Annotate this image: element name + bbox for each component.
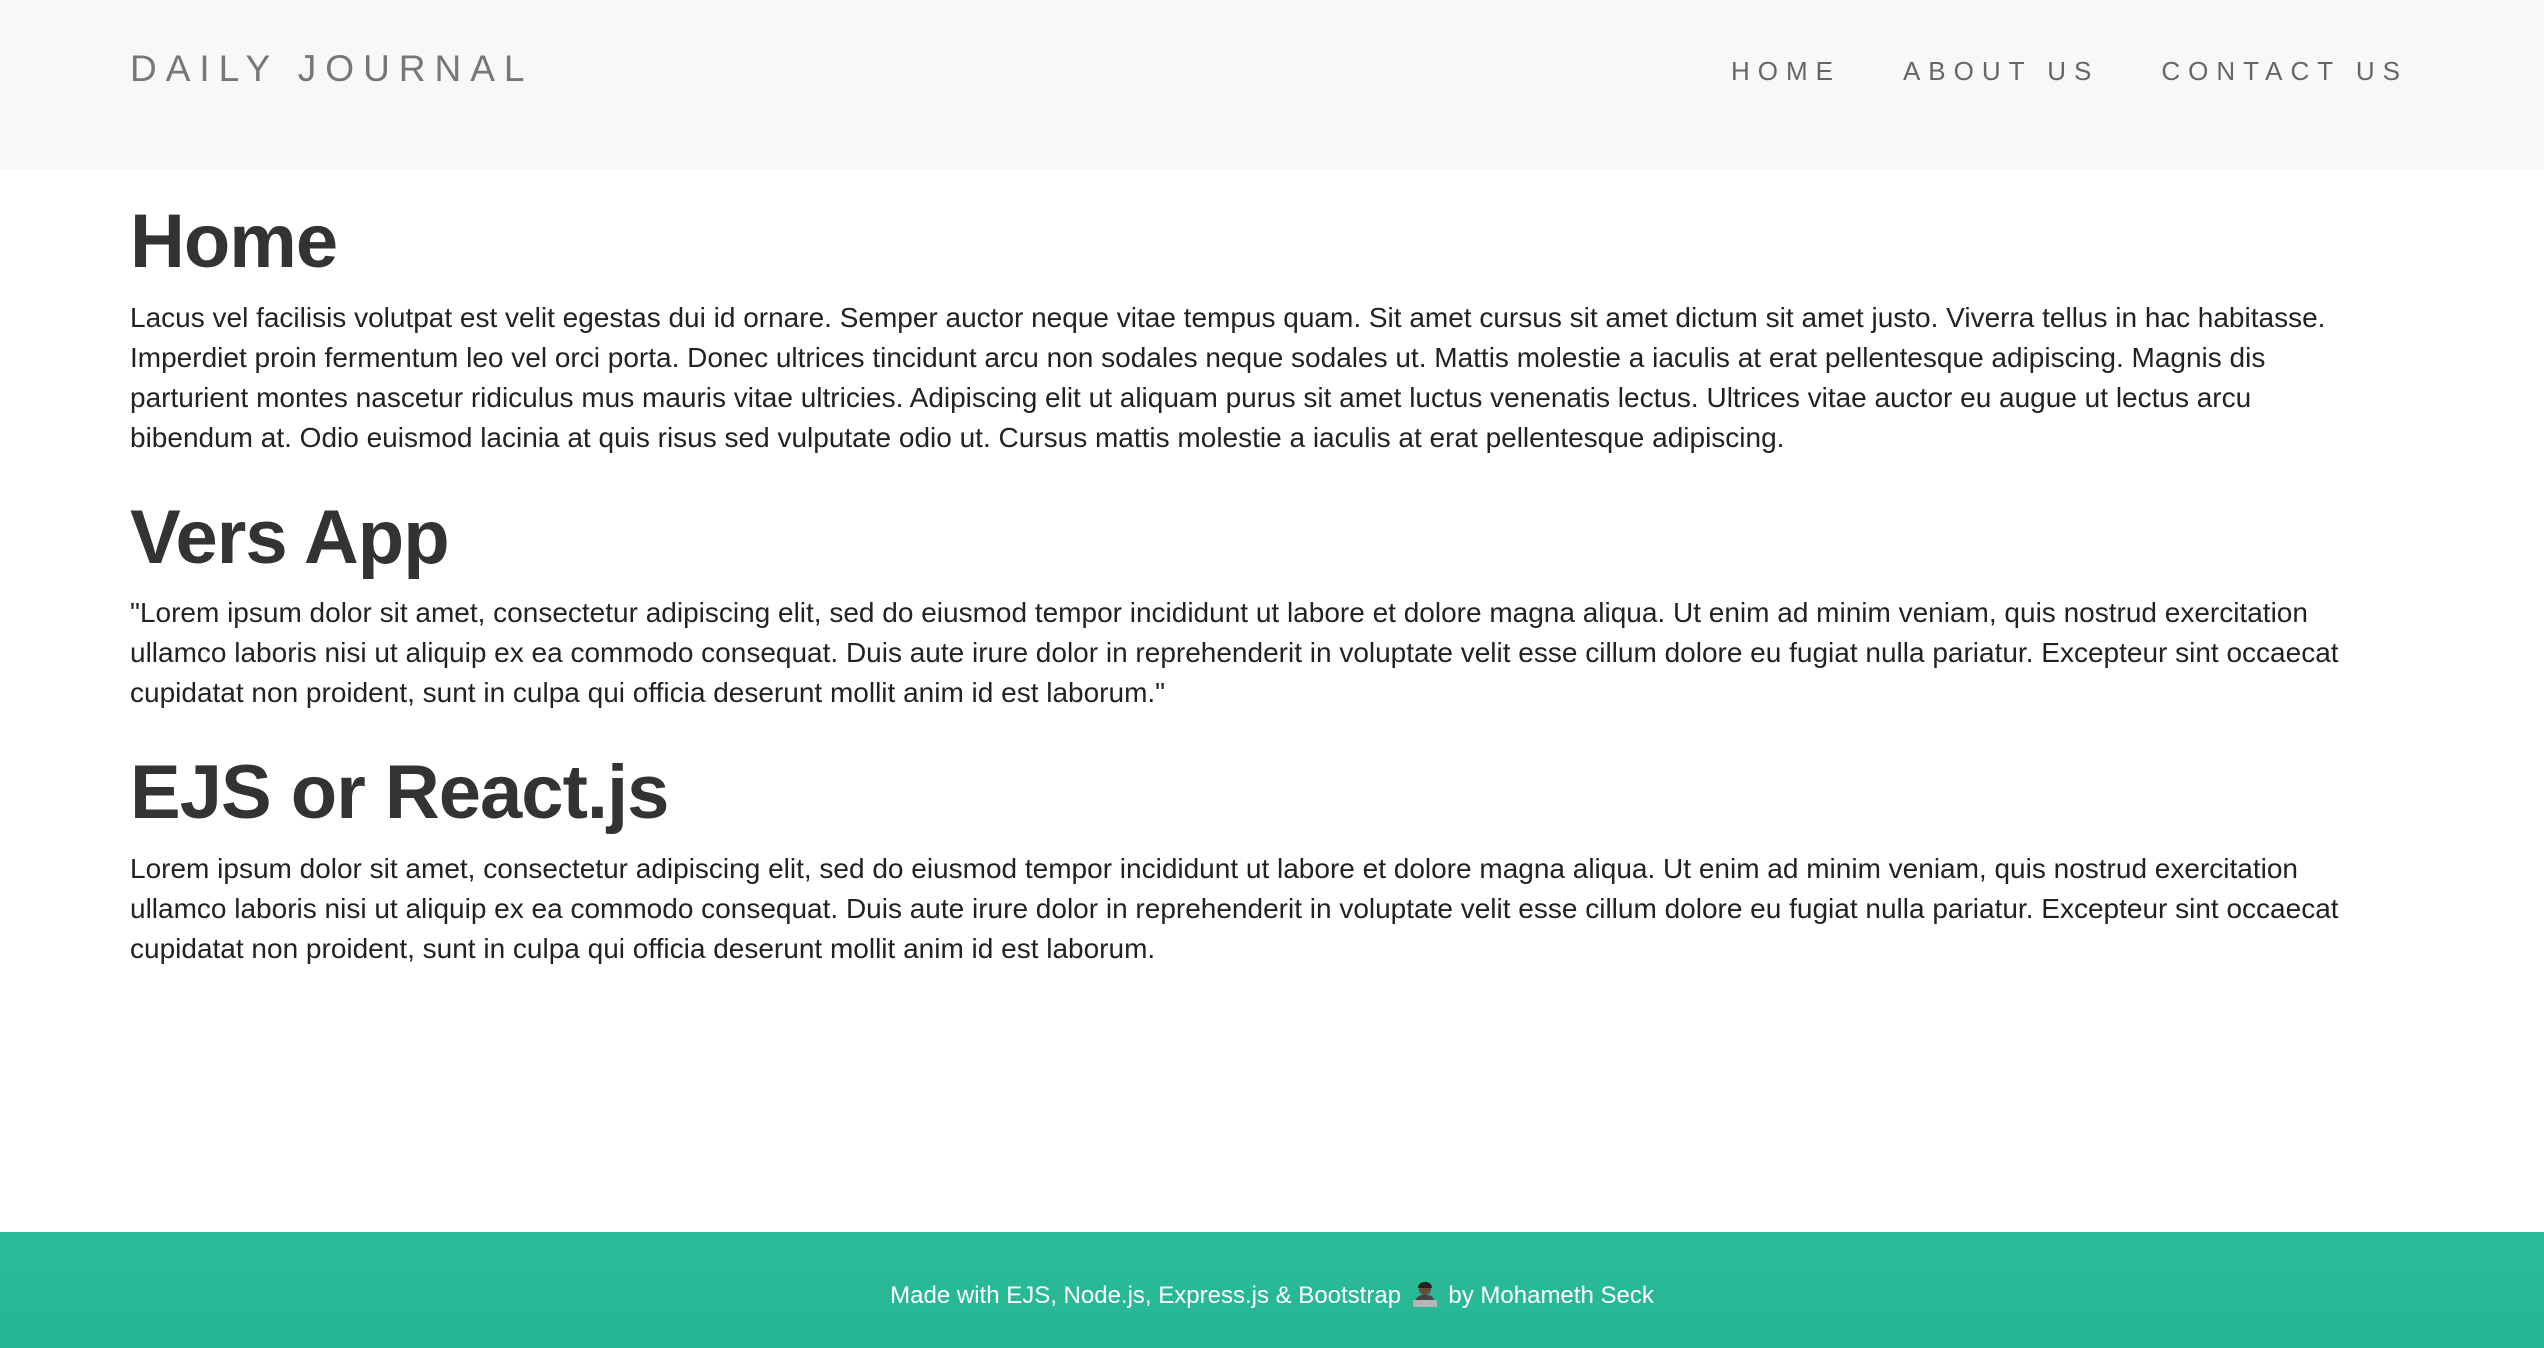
post-body: Lorem ipsum dolor sit amet, consectetur … — [130, 852, 2339, 964]
nav-item-home: HOME — [1731, 56, 1841, 87]
post-ejs-or-react: EJS or React.js Lorem ipsum dolor sit am… — [130, 751, 2380, 969]
brand-link[interactable]: DAILY JOURNAL — [130, 48, 534, 90]
navbar: DAILY JOURNAL HOME ABOUT US CONTACT US — [0, 0, 2544, 170]
post-body: "Lorem ipsum dolor sit amet, consectetur… — [130, 597, 2339, 709]
footer-text-after: by Mohameth Seck — [1448, 1282, 1654, 1309]
post-title: Home — [130, 199, 338, 284]
footer-credit: Made with EJS, Node.js, Express.js & Boo… — [890, 1282, 1654, 1310]
nav-item-contact-us: CONTACT US — [2161, 56, 2408, 87]
nav-item-about-us: ABOUT US — [1903, 56, 2099, 87]
footer: Made with EJS, Node.js, Express.js & Boo… — [0, 1232, 2544, 1348]
nav-link-contact-us[interactable]: CONTACT US — [2161, 56, 2408, 86]
post-title: Vers App — [130, 494, 450, 580]
post-title: EJS or React.js — [130, 750, 669, 836]
post-home: Home Lacus vel facilisis volutpat est ve… — [130, 200, 2380, 458]
main-content: Home Lacus vel facilisis volutpat est ve… — [130, 200, 2380, 1007]
footer-text-before: Made with EJS, Node.js, Express.js & Boo… — [890, 1282, 1402, 1309]
post-vers-app: Vers App "Lorem ipsum dolor sit amet, co… — [130, 494, 2380, 714]
post-body: Lacus vel facilisis volutpat est velit e… — [130, 301, 2326, 453]
nav-menu: HOME ABOUT US CONTACT US — [1731, 56, 2408, 87]
nav-link-home[interactable]: HOME — [1731, 56, 1841, 86]
nav-link-about-us[interactable]: ABOUT US — [1903, 56, 2099, 86]
developer-emoji-icon — [1412, 1282, 1438, 1308]
